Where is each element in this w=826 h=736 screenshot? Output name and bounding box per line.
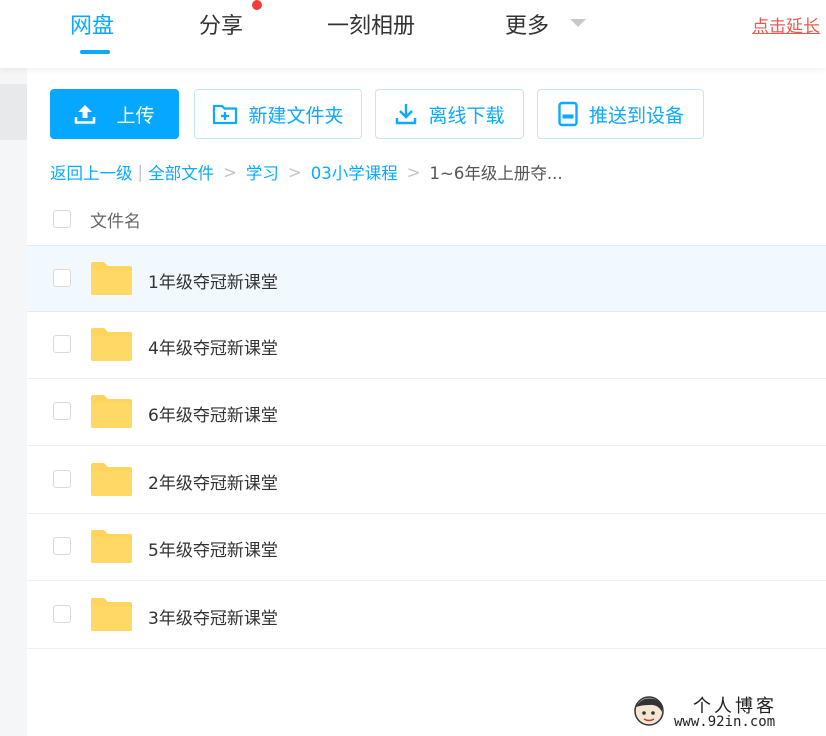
- file-name[interactable]: 5年级夺冠新课堂: [148, 536, 278, 561]
- chevron-right-icon: >: [406, 162, 421, 182]
- chevron-right-icon: >: [223, 162, 237, 182]
- upload-icon: [74, 103, 96, 125]
- breadcrumb-all-files[interactable]: 全部文件: [148, 160, 214, 184]
- sidebar: [0, 68, 27, 736]
- upload-label: 上传: [116, 104, 155, 127]
- chevron-down-icon[interactable]: [570, 19, 586, 27]
- nav-tab-share[interactable]: 分享: [199, 8, 243, 40]
- row-checkbox[interactable]: [53, 402, 71, 420]
- folder-icon: [91, 328, 132, 365]
- nav-tab-album[interactable]: 一刻相册: [327, 8, 415, 40]
- download-icon: [394, 102, 418, 126]
- file-row[interactable]: 1年级夺冠新课堂: [27, 245, 826, 312]
- file-list-header: 文件名: [27, 196, 826, 242]
- row-checkbox[interactable]: [53, 470, 71, 488]
- file-row[interactable]: 2年级夺冠新课堂: [27, 447, 826, 514]
- push-to-device-label: 推送到设备: [588, 104, 684, 127]
- watermark-url: www.92in.com: [674, 714, 776, 730]
- watermark-avatar-icon: [632, 694, 666, 732]
- nav-tab-netdisk[interactable]: 网盘: [70, 8, 114, 40]
- breadcrumb-current: 1~6年级上册夺...: [429, 164, 563, 183]
- top-navigation: 网盘 分享 一刻相册 更多 点击延长: [0, 0, 826, 68]
- upload-button[interactable]: 上传: [50, 89, 179, 139]
- folder-icon: [91, 463, 132, 500]
- breadcrumb-study[interactable]: 学习: [246, 160, 279, 184]
- file-name[interactable]: 4年级夺冠新课堂: [148, 334, 278, 359]
- file-name[interactable]: 1年级夺冠新课堂: [148, 268, 278, 293]
- select-all-checkbox[interactable]: [53, 210, 71, 228]
- row-checkbox[interactable]: [53, 335, 71, 353]
- sidebar-selected-item[interactable]: [0, 84, 27, 140]
- file-name[interactable]: 6年级夺冠新课堂: [148, 401, 278, 426]
- folder-icon: [91, 598, 132, 635]
- row-checkbox[interactable]: [53, 605, 71, 623]
- breadcrumb-divider: |: [137, 162, 144, 182]
- breadcrumb-back-link[interactable]: 返回上一级: [50, 160, 133, 184]
- file-name[interactable]: 2年级夺冠新课堂: [148, 469, 278, 494]
- push-to-device-button[interactable]: 推送到设备: [537, 89, 704, 139]
- file-row[interactable]: 3年级夺冠新课堂: [27, 582, 826, 649]
- active-tab-indicator: [80, 50, 110, 54]
- folder-icon: [91, 262, 132, 299]
- folder-icon: [91, 530, 132, 567]
- file-row[interactable]: 4年级夺冠新课堂: [27, 312, 826, 379]
- folder-icon: [91, 395, 132, 432]
- column-header-filename[interactable]: 文件名: [90, 207, 141, 232]
- extend-membership-link[interactable]: 点击延长: [752, 12, 820, 37]
- file-row[interactable]: 6年级夺冠新课堂: [27, 379, 826, 446]
- device-icon: [557, 101, 579, 127]
- breadcrumb: 返回上一级 | 全部文件 > 学习 > 03小学课程 > 1~6年级上册夺...: [50, 160, 563, 184]
- folder-plus-icon: [212, 102, 238, 126]
- offline-download-button[interactable]: 离线下载: [375, 89, 524, 139]
- breadcrumb-primary-courses[interactable]: 03小学课程: [311, 160, 398, 184]
- row-checkbox[interactable]: [53, 269, 71, 287]
- offline-download-label: 离线下载: [428, 104, 505, 127]
- notification-dot: [252, 0, 262, 10]
- new-folder-label: 新建文件夹: [248, 104, 344, 127]
- row-checkbox[interactable]: [53, 537, 71, 555]
- nav-tab-more[interactable]: 更多: [505, 8, 549, 40]
- file-name[interactable]: 3年级夺冠新课堂: [148, 604, 278, 629]
- new-folder-button[interactable]: 新建文件夹: [194, 89, 362, 139]
- file-row[interactable]: 5年级夺冠新课堂: [27, 514, 826, 581]
- chevron-right-icon: >: [287, 162, 302, 182]
